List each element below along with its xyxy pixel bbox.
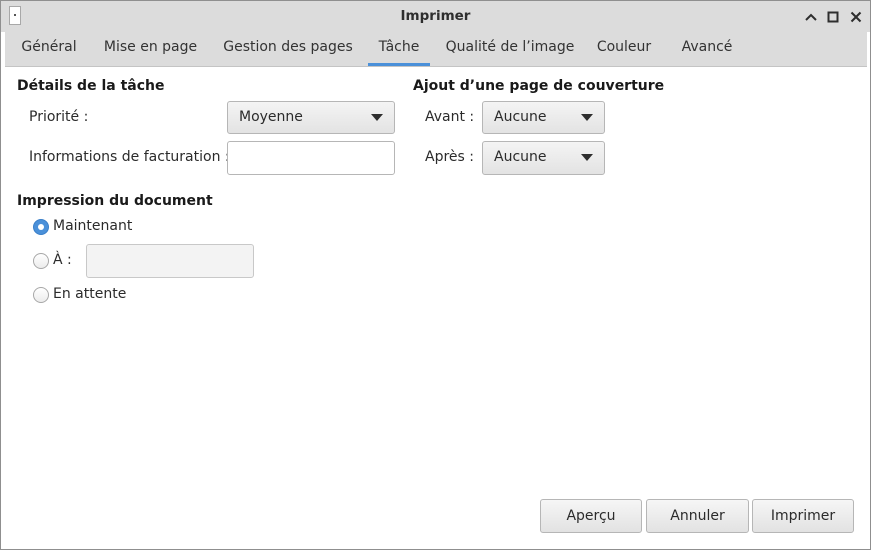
before-label: Avant : — [425, 109, 475, 125]
tab-label: Général — [21, 39, 77, 55]
print-now-radio[interactable] — [33, 219, 49, 235]
tab-label: Mise en page — [103, 39, 198, 55]
billing-info-input[interactable] — [227, 141, 395, 175]
cover-before-value: Aucune — [494, 109, 547, 125]
tab-image-quality[interactable]: Qualité de l’image — [440, 32, 580, 66]
cover-after-value: Aucune — [494, 149, 547, 165]
priority-combo[interactable]: Moyenne — [227, 101, 395, 134]
tab-label: Qualité de l’image — [445, 39, 575, 55]
tab-page-handling[interactable]: Gestion des pages — [218, 32, 358, 66]
cover-after-combo[interactable]: Aucune — [482, 141, 605, 175]
tab-page-setup[interactable]: Mise en page — [99, 32, 202, 66]
print-dialog-window: Imprimer Général Mise en page Gestion de… — [0, 0, 871, 550]
print-at-time-input[interactable] — [86, 244, 254, 278]
tab-advanced[interactable]: Avancé — [675, 32, 739, 66]
dropdown-arrow-icon — [371, 114, 383, 121]
dropdown-arrow-icon — [581, 114, 593, 121]
tab-color[interactable]: Couleur — [591, 32, 657, 66]
job-details-heading: Détails de la tâche — [17, 78, 165, 94]
priority-label: Priorité : — [29, 109, 89, 125]
print-now-label[interactable]: Maintenant — [53, 218, 132, 234]
billing-info-label: Informations de facturation : — [29, 149, 230, 165]
tab-label: Tâche — [378, 39, 420, 55]
tab-general[interactable]: Général — [15, 32, 83, 66]
title-bar: Imprimer — [1, 1, 870, 32]
cover-before-combo[interactable]: Aucune — [482, 101, 605, 134]
print-hold-label[interactable]: En attente — [53, 286, 126, 302]
after-label: Après : — [425, 149, 474, 165]
dropdown-arrow-icon — [581, 154, 593, 161]
tab-bar: Général Mise en page Gestion des pages T… — [5, 32, 867, 67]
tab-label: Avancé — [681, 39, 733, 55]
maximize-chevron-up-icon[interactable] — [801, 7, 821, 27]
tab-job[interactable]: Tâche — [368, 32, 430, 66]
cancel-button[interactable]: Annuler — [646, 499, 749, 533]
tab-label: Couleur — [596, 39, 652, 55]
cover-page-heading: Ajout d’une page de couverture — [413, 78, 665, 94]
preview-button[interactable]: Aperçu — [540, 499, 642, 533]
window-title: Imprimer — [400, 8, 471, 24]
print-button[interactable]: Imprimer — [752, 499, 854, 533]
priority-value: Moyenne — [239, 109, 303, 125]
print-hold-radio[interactable] — [33, 287, 49, 303]
print-at-radio[interactable] — [33, 253, 49, 269]
print-at-label[interactable]: À : — [53, 252, 72, 268]
print-document-heading: Impression du document — [17, 193, 213, 209]
close-icon[interactable] — [846, 7, 866, 27]
restore-square-icon[interactable] — [823, 7, 843, 27]
tab-label: Gestion des pages — [223, 39, 353, 55]
